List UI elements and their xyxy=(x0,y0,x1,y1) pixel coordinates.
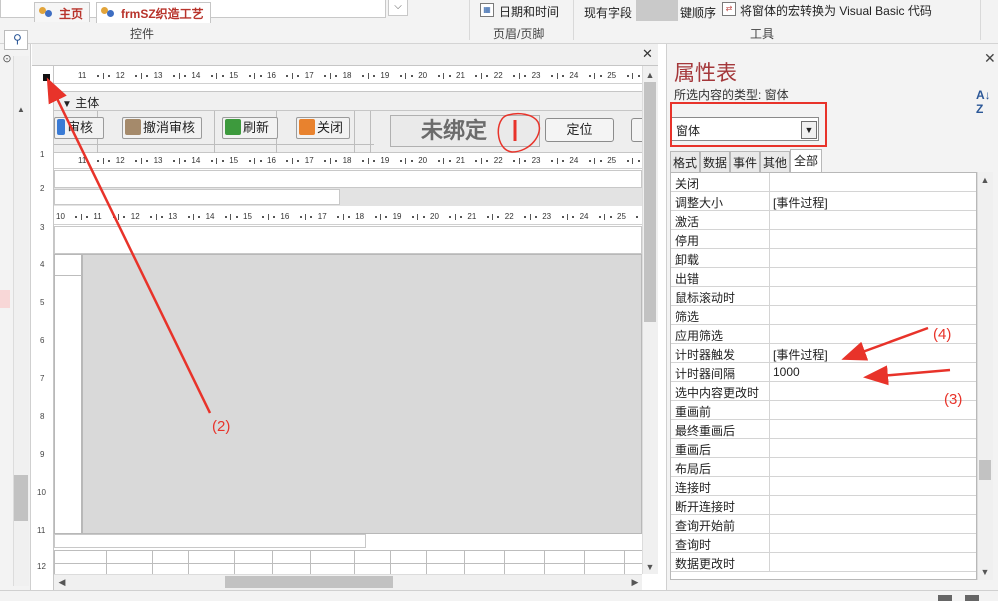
annotation-arrow xyxy=(46,77,212,414)
highlight-box xyxy=(670,102,827,147)
highlight-circle xyxy=(497,112,541,153)
annotation-arrow xyxy=(863,365,951,386)
annotation-arrow xyxy=(841,326,929,361)
annotation-label-4: (4) xyxy=(933,326,952,343)
annotation-layer xyxy=(46,77,951,414)
annotation-label-2: (2) xyxy=(212,418,231,435)
annotation-label-3: (3) xyxy=(944,391,963,408)
